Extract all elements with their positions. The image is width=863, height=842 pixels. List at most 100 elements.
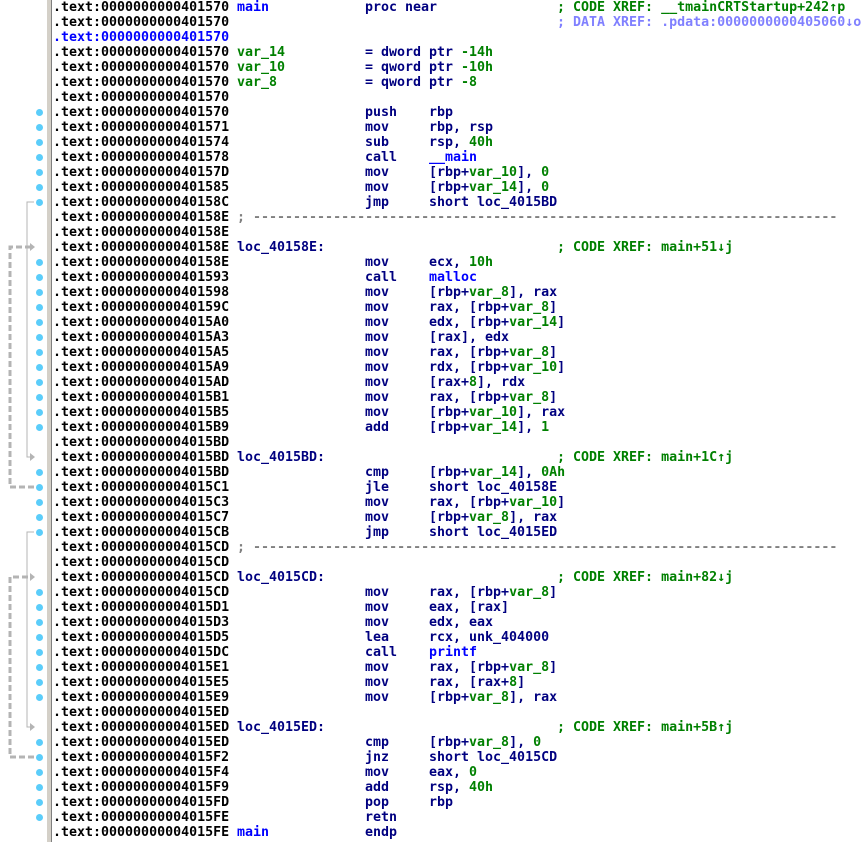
breakpoint-bullet[interactable]	[36, 664, 43, 671]
line-address[interactable]: .text:000000000040158E	[53, 210, 229, 225]
line-address[interactable]: .text:000000000040158C	[53, 195, 229, 210]
operands[interactable]: rbp	[429, 795, 453, 810]
line-address[interactable]: .text:00000000004015F2	[53, 750, 229, 765]
operands[interactable]: rcx, unk_404000	[429, 630, 549, 645]
line-address[interactable]: .text:00000000004015A0	[53, 315, 229, 330]
line-address[interactable]: .text:00000000004015E1	[53, 660, 229, 675]
line-address[interactable]: .text:00000000004015A3	[53, 330, 229, 345]
line-address[interactable]: .text:000000000040157D	[53, 165, 229, 180]
breakpoint-bullet[interactable]	[36, 589, 43, 596]
code-label[interactable]: var_8	[237, 75, 277, 90]
line-address[interactable]: .text:00000000004015C7	[53, 510, 229, 525]
disassembly-listing[interactable]: .text:0000000000401570 main proc near ; COD…	[53, 0, 863, 842]
operands[interactable]: [rbp+var_8], 0	[429, 735, 541, 750]
code-label[interactable]: var_10	[237, 60, 285, 75]
operands[interactable]: rax, [rbp+var_8]	[429, 345, 557, 360]
line-address[interactable]: .text:00000000004015CD	[53, 570, 229, 585]
operands[interactable]: [rax+8], rdx	[429, 375, 525, 390]
operands[interactable]: rbp	[429, 105, 453, 120]
operands[interactable]: ecx, 10h	[429, 255, 493, 270]
operands[interactable]: -10h	[453, 60, 493, 75]
operands[interactable]: [rbp+var_14], 0	[429, 180, 549, 195]
xref-comment[interactable]: ; CODE XREF: main+5B↑j	[557, 720, 733, 735]
operands[interactable]: rax, [rbp+var_10]	[429, 495, 565, 510]
gutter-separator[interactable]	[47, 0, 52, 842]
operands[interactable]: -8	[453, 75, 477, 90]
code-label[interactable]: main	[237, 825, 269, 840]
xref-comment[interactable]: ; CODE XREF: main+51↓j	[557, 240, 733, 255]
breakpoint-bullet[interactable]	[36, 259, 43, 266]
line-address[interactable]: .text:0000000000401585	[53, 180, 229, 195]
operands[interactable]: rsp, 40h	[429, 135, 493, 150]
breakpoint-bullet[interactable]	[36, 124, 43, 131]
operands[interactable]: edx, [rbp+var_14]	[429, 315, 565, 330]
line-address[interactable]: .text:0000000000401570	[53, 45, 229, 60]
line-address[interactable]: .text:00000000004015FD	[53, 795, 229, 810]
line-address[interactable]: .text:00000000004015AD	[53, 375, 229, 390]
operands[interactable]: rax, [rbp+var_8]	[429, 300, 557, 315]
breakpoint-bullet[interactable]	[36, 409, 43, 416]
line-address[interactable]: .text:0000000000401598	[53, 285, 229, 300]
line-address[interactable]: .text:0000000000401570	[53, 75, 229, 90]
breakpoint-bullet[interactable]	[36, 184, 43, 191]
operands[interactable]: rax, [rbp+var_8]	[429, 660, 557, 675]
breakpoint-bullet[interactable]	[36, 304, 43, 311]
xref-comment[interactable]: ; CODE XREF: main+82↓j	[557, 570, 733, 585]
line-address[interactable]: .text:00000000004015F9	[53, 780, 229, 795]
line-address[interactable]: .text:00000000004015E5	[53, 675, 229, 690]
operands[interactable]: [rbp+var_8], rax	[429, 510, 557, 525]
breakpoint-bullet[interactable]	[36, 334, 43, 341]
breakpoint-bullet[interactable]	[36, 289, 43, 296]
line-address[interactable]: .text:0000000000401570	[53, 60, 229, 75]
line-address[interactable]: .text:00000000004015F4	[53, 765, 229, 780]
line-address[interactable]: .text:00000000004015ED	[53, 705, 229, 720]
breakpoint-bullet[interactable]	[36, 139, 43, 146]
breakpoint-bullet[interactable]	[36, 679, 43, 686]
line-address[interactable]: .text:00000000004015A9	[53, 360, 229, 375]
line-address[interactable]: .text:00000000004015B5	[53, 405, 229, 420]
xref-comment[interactable]: ; CODE XREF: __tmainCRTStartup+242↑p	[557, 0, 845, 15]
breakpoint-bullet[interactable]	[36, 634, 43, 641]
line-address[interactable]: .text:00000000004015ED	[53, 720, 229, 735]
line-address[interactable]: .text:00000000004015C3	[53, 495, 229, 510]
breakpoint-bullet[interactable]	[36, 154, 43, 161]
operands[interactable]: __main	[429, 150, 477, 165]
breakpoint-bullet[interactable]	[36, 694, 43, 701]
breakpoint-bullet[interactable]	[36, 619, 43, 626]
line-address[interactable]: .text:0000000000401570	[53, 0, 229, 15]
breakpoint-bullet[interactable]	[36, 784, 43, 791]
operands[interactable]: [rax], edx	[429, 330, 509, 345]
breakpoint-bullet[interactable]	[36, 349, 43, 356]
breakpoint-bullet[interactable]	[36, 739, 43, 746]
operands[interactable]: [rbp+var_10], rax	[429, 405, 565, 420]
breakpoint-bullet[interactable]	[36, 169, 43, 176]
breakpoint-bullet[interactable]	[36, 424, 43, 431]
operands[interactable]: [rbp+var_10], 0	[429, 165, 549, 180]
operands[interactable]: short loc_40158E	[429, 480, 557, 495]
line-address[interactable]: .text:00000000004015BD	[53, 435, 229, 450]
breakpoint-bullet[interactable]	[36, 364, 43, 371]
breakpoint-bullet[interactable]	[36, 814, 43, 821]
operands[interactable]: rsp, 40h	[429, 780, 493, 795]
line-address[interactable]: .text:0000000000401570	[53, 105, 229, 120]
line-address[interactable]: .text:0000000000401571	[53, 120, 229, 135]
breakpoint-bullet[interactable]	[36, 799, 43, 806]
line-address[interactable]: .text:00000000004015D3	[53, 615, 229, 630]
line-address[interactable]: .text:000000000040158E	[53, 255, 229, 270]
operands[interactable]: eax, 0	[429, 765, 477, 780]
line-address[interactable]: .text:00000000004015ED	[53, 735, 229, 750]
breakpoint-bullet[interactable]	[36, 514, 43, 521]
line-address[interactable]: .text:00000000004015BD	[53, 465, 229, 480]
breakpoint-bullet[interactable]	[36, 319, 43, 326]
line-address[interactable]: .text:00000000004015B9	[53, 420, 229, 435]
code-label[interactable]: var_14	[237, 45, 285, 60]
breakpoint-bullet[interactable]	[36, 649, 43, 656]
line-address[interactable]: .text:00000000004015CD	[53, 555, 229, 570]
line-address[interactable]: .text:00000000004015FE	[53, 810, 229, 825]
jump-arrow-line[interactable]	[26, 201, 34, 458]
operands[interactable]: [rbp+var_14], 0Ah	[429, 465, 565, 480]
line-address[interactable]: .text:00000000004015D5	[53, 630, 229, 645]
line-address[interactable]: .text:00000000004015B1	[53, 390, 229, 405]
line-address[interactable]: .text:00000000004015CB	[53, 525, 229, 540]
operands[interactable]: -14h	[453, 45, 493, 60]
